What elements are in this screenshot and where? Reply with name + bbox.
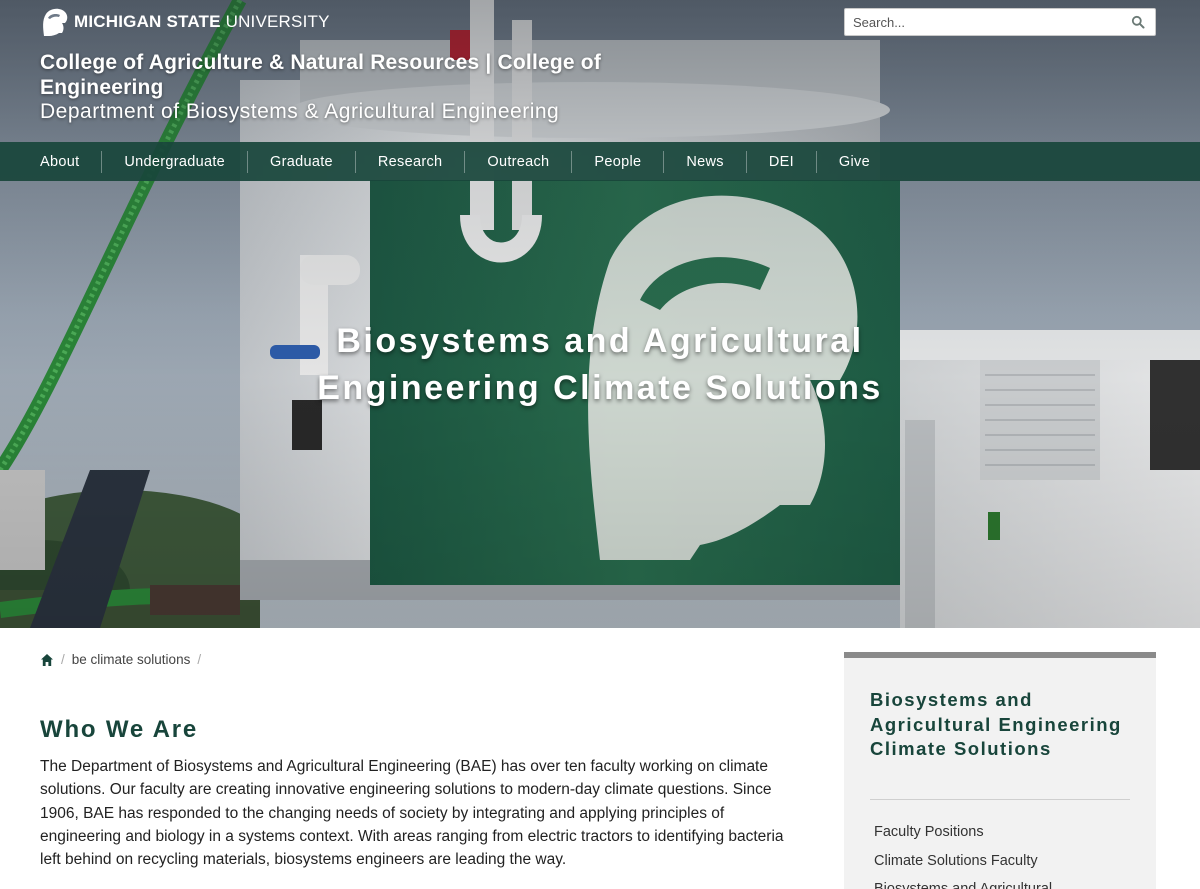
college-name[interactable]: College of Agriculture & Natural Resourc… <box>40 50 680 100</box>
wordmark-text: MICHIGAN STATE UNIVERSITY <box>74 12 330 31</box>
sidebar-divider <box>870 799 1130 800</box>
nav-item-research[interactable]: Research <box>356 150 466 173</box>
breadcrumb-current: be climate solutions <box>71 652 191 667</box>
search-input[interactable] <box>845 9 1131 35</box>
nav-item-news[interactable]: News <box>664 150 747 173</box>
msu-logo[interactable]: MICHIGAN STATE UNIVERSITY <box>40 4 330 40</box>
nav-item-undergraduate[interactable]: Undergraduate <box>102 150 249 173</box>
breadcrumb-separator: / <box>197 652 202 667</box>
nav-item-about[interactable]: About <box>18 150 103 173</box>
breadcrumb-separator: / <box>61 652 65 667</box>
sidebar-link-faculty-positions[interactable]: Faculty Positions <box>874 824 984 840</box>
sidebar-link-climate-solutions-faculty[interactable]: Climate Solutions Faculty <box>874 853 1038 869</box>
sidebar-link-biosystems-agricultural[interactable]: Biosystems and Agricultural <box>874 881 1052 889</box>
nav-item-outreach[interactable]: Outreach <box>465 150 573 173</box>
main-nav: About Undergraduate Graduate Research Ou… <box>0 142 1200 181</box>
spartan-helmet-icon <box>43 8 68 36</box>
sidebar: Biosystems and Agricultural Engineering … <box>844 652 1156 889</box>
nav-item-graduate[interactable]: Graduate <box>248 150 356 173</box>
hero-title: Biosystems and Agricultural Engineering … <box>317 322 883 407</box>
department-name[interactable]: Department of Biosystems & Agricultural … <box>40 99 740 124</box>
sidebar-title[interactable]: Biosystems and Agricultural Engineering … <box>870 688 1130 762</box>
search-box <box>844 8 1156 36</box>
breadcrumb: / be climate solutions / <box>40 652 201 667</box>
nav-item-give[interactable]: Give <box>817 151 892 173</box>
nav-item-people[interactable]: People <box>572 150 665 173</box>
hero-banner: MICHIGAN STATE UNIVERSITY College of Agr… <box>0 0 1200 628</box>
nav-item-dei[interactable]: DEI <box>747 150 817 173</box>
search-icon[interactable] <box>1131 15 1145 29</box>
section-body: The Department of Biosystems and Agricul… <box>40 758 784 869</box>
section-title: Who We Are <box>40 716 199 743</box>
home-icon[interactable] <box>40 653 54 667</box>
